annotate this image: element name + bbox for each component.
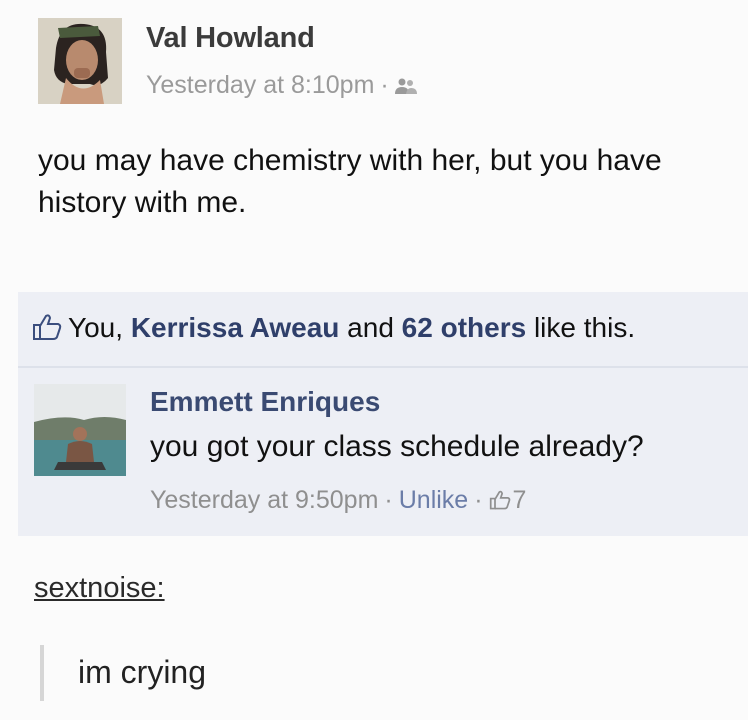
commenter-avatar[interactable] [34, 384, 126, 476]
likes-you: You, [68, 312, 124, 343]
comment-meta: Yesterday at 9:50pm · Unlike · 7 [150, 486, 526, 515]
comment-text: you got your class schedule already? [150, 430, 644, 463]
likes-connector: and [347, 312, 394, 343]
comment-like-count[interactable]: 7 [513, 486, 527, 514]
post-text: you may have chemistry with her, but you… [38, 144, 662, 219]
comment-meta-separator: · [384, 486, 393, 514]
likes-others-link[interactable]: 62 others [402, 312, 527, 343]
friends-icon[interactable] [394, 73, 417, 94]
thumbs-up-icon [32, 313, 62, 341]
meta-separator: · [380, 71, 389, 99]
likes-summary: You, Kerrissa Aweau and 62 others like t… [32, 312, 635, 344]
unlike-link[interactable]: Unlike [399, 486, 468, 514]
likes-and-comments: You, Kerrissa Aweau and 62 others like t… [18, 292, 748, 536]
commenter-name[interactable]: Emmett Enriques [150, 386, 380, 418]
liker-name-link[interactable]: Kerrissa Aweau [131, 312, 340, 343]
comment: Emmett Enriques you got your class sched… [18, 368, 748, 536]
author-name[interactable]: Val Howland [146, 22, 315, 55]
reblog-username[interactable]: sextnoise: [34, 572, 165, 605]
reblog-reply: im crying [78, 654, 207, 690]
post-header: Val Howland Yesterday at 8:10pm · [38, 18, 738, 108]
quote-bar [40, 645, 44, 701]
thumbs-up-icon [489, 488, 511, 510]
comment-timestamp[interactable]: Yesterday at 9:50pm [150, 486, 378, 514]
comment-meta-separator-2: · [474, 486, 483, 514]
post-meta: Yesterday at 8:10pm · [146, 71, 417, 100]
post-timestamp[interactable]: Yesterday at 8:10pm [146, 71, 374, 99]
author-avatar[interactable] [38, 18, 122, 104]
likes-suffix: like this. [533, 312, 636, 343]
